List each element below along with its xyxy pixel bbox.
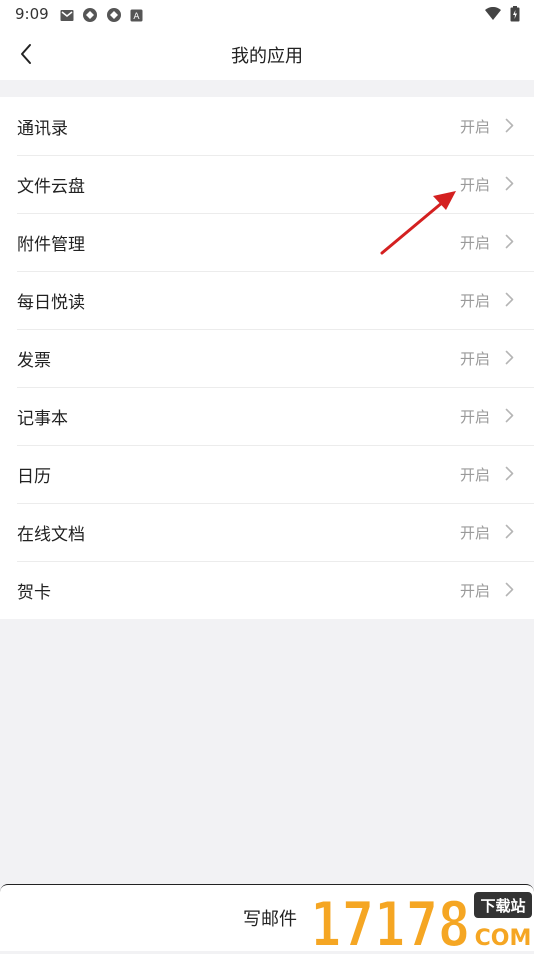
app-status: 开启 [459, 175, 490, 194]
page-title: 我的应用 [231, 46, 303, 67]
wifi-icon [485, 7, 501, 20]
app-status: 开启 [459, 465, 490, 484]
app-row-notepad[interactable]: 记事本 开启 [0, 387, 534, 445]
app-status: 开启 [459, 523, 490, 542]
app-label: 通讯录 [17, 118, 68, 139]
app-label: 日历 [17, 466, 51, 487]
notification-icons: A [60, 7, 143, 23]
app-status: 开启 [459, 117, 490, 136]
app-row-daily-reading[interactable]: 每日悦读 开启 [0, 271, 534, 329]
chevron-right-icon [505, 292, 514, 307]
app-bar: 我的应用 [0, 28, 534, 80]
app-status: 开启 [459, 291, 490, 310]
app-row-greeting-card[interactable]: 贺卡 开启 [0, 561, 534, 619]
app-label: 在线文档 [17, 524, 85, 545]
chevron-right-icon [505, 466, 514, 481]
chevron-right-icon [505, 350, 514, 365]
app-status: 开启 [459, 581, 490, 600]
app-label: 记事本 [17, 408, 68, 429]
compose-bar[interactable]: 写邮件 [0, 884, 534, 951]
app-status: 开启 [459, 233, 490, 252]
status-time: 9:09 [15, 5, 49, 23]
app-list: 通讯录 开启 文件云盘 开启 附件管理 开启 每日悦读 开启 发票 开启 记事本… [0, 97, 534, 619]
app-row-online-docs[interactable]: 在线文档 开启 [0, 503, 534, 561]
chevron-right-icon [505, 408, 514, 423]
app-label: 贺卡 [17, 582, 51, 603]
app-status: 开启 [459, 407, 490, 426]
app-icon [83, 8, 97, 22]
system-icons [484, 6, 520, 22]
svg-text:A: A [133, 12, 140, 22]
app-row-contacts[interactable]: 通讯录 开启 [0, 97, 534, 155]
chevron-right-icon [505, 234, 514, 249]
chevron-right-icon [505, 524, 514, 539]
battery-icon [510, 6, 520, 22]
chevron-right-icon [505, 118, 514, 133]
app-icon [107, 8, 121, 22]
app-label: 每日悦读 [17, 292, 85, 313]
app-row-calendar[interactable]: 日历 开启 [0, 445, 534, 503]
app-status: 开启 [459, 349, 490, 368]
compose-button[interactable]: 写邮件 [243, 905, 297, 931]
app-label: 文件云盘 [17, 176, 85, 197]
app-row-attachments[interactable]: 附件管理 开启 [0, 213, 534, 271]
chevron-right-icon [505, 176, 514, 191]
mail-icon [60, 9, 74, 21]
a-badge-icon: A [130, 9, 143, 22]
app-row-cloud-drive[interactable]: 文件云盘 开启 [0, 155, 534, 213]
app-row-invoice[interactable]: 发票 开启 [0, 329, 534, 387]
chevron-right-icon [505, 582, 514, 597]
app-label: 附件管理 [17, 234, 85, 255]
status-bar: 9:09 A [0, 0, 534, 28]
app-label: 发票 [17, 350, 51, 371]
